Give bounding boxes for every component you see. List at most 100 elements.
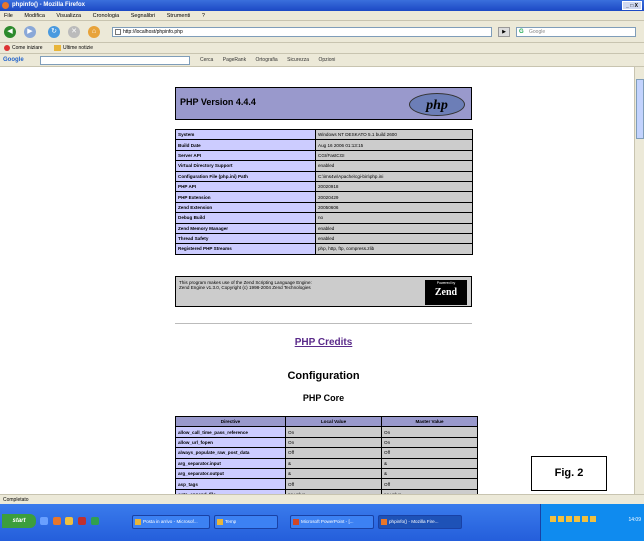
window-controls[interactable]: _ □ X [622,1,642,10]
home-icon[interactable]: ⌂ [88,26,100,38]
info-value: enabled [315,160,473,172]
folder-icon[interactable] [65,517,74,525]
figure-label: Fig. 2 [531,456,607,491]
gtool-pagerank[interactable]: PageRank [223,57,246,63]
back-icon[interactable]: ◀ [4,26,16,38]
ie-icon[interactable] [40,517,48,525]
core-header-row: Directive Local Value Master Value [175,415,478,428]
google-toolbar-input[interactable] [40,56,190,65]
info-row: Zend Memory Manager enabled [175,222,473,234]
gtool-sicurezza[interactable]: Sicurezza [287,57,309,63]
directive-value: On [381,426,478,438]
php-core-heading: PHP Core [302,393,345,403]
gtool-cerca[interactable]: Cerca [200,57,213,63]
directive-value: Off [381,447,478,459]
info-row: Debug Build no [175,212,473,224]
tray-icons [549,516,629,530]
tray-icon[interactable] [566,516,572,522]
php-version: PHP Version 4.4.4 [180,97,256,107]
search-box[interactable]: G Google [516,27,636,37]
app2-icon[interactable] [90,517,99,525]
menu-modifica[interactable]: Modifica [24,13,44,19]
taskbar-temp[interactable]: Temp [214,515,278,529]
start-button[interactable]: start [2,514,36,528]
menu-help[interactable]: ? [202,13,205,19]
core-row: asp_tags Off Off [175,478,478,490]
navigation-toolbar: ◀ ▶ ↻ ✕ ⌂ http://localhost/phpinfo.php ▶… [0,21,644,43]
directive-value: On [285,426,382,438]
info-value: Aug 16 2006 01:13:15 [315,139,473,151]
menu-visualizza[interactable]: Visualizza [56,13,81,19]
directive-value: & [381,467,478,480]
gtool-ortografia[interactable]: Ortografia [255,57,277,63]
tray-icon[interactable] [550,516,556,522]
php-core-table: Directive Local Value Master Value allow_ca… [175,415,478,494]
menu-file[interactable]: File [4,13,13,19]
info-row: Registered PHP Streams php, http, ftp, co… [175,243,473,255]
bookmark-ultime-notizie[interactable]: Ultime notizie [53,44,93,51]
forward-icon[interactable]: ▶ [24,26,36,38]
firefox-icon [381,519,387,525]
zend-logo: Powered by Zend [425,280,467,305]
firefox-quick-icon[interactable] [52,517,61,525]
bookmarks-bar: Come iniziare Ultime notizie [0,43,644,54]
page-content: PHP Version 4.4.4 php System Windows NT D… [0,67,634,494]
scrollbar-thumb[interactable] [636,79,644,139]
php-credits-link[interactable]: PHP Credits [175,337,472,348]
core-row: arg_separator.output & & [175,467,478,480]
tray-icon[interactable] [574,516,580,522]
divider [175,323,472,324]
status-bar: Completato [0,494,644,504]
info-value: 20020918 [315,180,473,193]
tray-icon[interactable] [590,516,596,522]
info-key: Configuration File (php.ini) Path [175,170,316,182]
info-row: Virtual Directory Support enabled [175,160,473,172]
menu-segnalibri[interactable]: Segnalibri [131,13,155,19]
directive-name: always_populate_raw_post_data [175,447,286,459]
taskbar-outlook[interactable]: Posta in arrivo - Microsof... [132,515,210,529]
taskbar-powerpoint[interactable]: Microsoft PowerPoint - [... [290,515,374,529]
bookmark-come-iniziare[interactable]: Come iniziare [4,44,43,51]
directive-value: Off [285,447,382,459]
zend-box: This program makes use of the Zend Scrip… [175,276,472,307]
google-icon: G [519,29,524,35]
address-bar[interactable]: http://localhost/phpinfo.php [112,27,492,37]
info-row: PHP Extension 20020429 [175,191,473,203]
core-row: always_populate_raw_post_data Off Off [175,447,478,459]
url-text: http://localhost/phpinfo.php [123,29,183,35]
google-toolbar-logo[interactable]: Google [3,54,24,67]
taskbar-label: phpinfo() - Mozilla Fire... [389,519,439,524]
menu-strumenti[interactable]: Strumenti [167,13,191,19]
info-value: 20050606 [315,201,473,214]
info-row: PHP API 20020918 [175,180,473,193]
system-tray: 14:09 [540,504,644,541]
gtool-opzioni[interactable]: Opzioni [318,57,335,63]
taskbar-firefox[interactable]: phpinfo() - Mozilla Fire... [378,515,462,529]
info-key: Server API [175,149,316,162]
app-icon[interactable] [78,517,87,525]
stop-icon[interactable]: ✕ [68,26,80,38]
info-row: Build Date Aug 16 2006 01:13:15 [175,139,473,151]
directive-value: Off [381,478,478,490]
menu-cronologia[interactable]: Cronologia [93,13,120,19]
directive-name: allow_call_time_pass_reference [175,426,286,438]
window-title: phpinfo() - Mozilla Firefox [12,2,85,8]
info-value: C:\ims4w\Apache\cgi-bin\php.ini [315,170,473,182]
go-button[interactable]: ▶ [498,27,510,37]
info-key: Zend Memory Manager [175,222,316,234]
php-logo: php [409,93,465,116]
info-key: System [175,128,316,141]
browser-window: phpinfo() - Mozilla Firefox _ □ X File M… [0,0,644,541]
taskbar-label: Posta in arrivo - Microsof... [143,519,198,524]
reload-icon[interactable]: ↻ [48,26,60,38]
tray-icon[interactable] [558,516,564,522]
info-key: Registered PHP Streams [175,243,316,255]
directive-name: allow_url_fopen [175,436,286,449]
google-toolbar-items: Cerca PageRank Ortografia Sicurezza Opzi… [200,54,343,67]
firefox-icon [2,2,9,9]
tray-icon[interactable] [582,516,588,522]
vertical-scrollbar[interactable] [634,67,644,494]
taskbar-label: Microsoft PowerPoint - [... [301,519,354,524]
info-key: Thread Safety [175,232,316,245]
outlook-icon [135,519,141,525]
